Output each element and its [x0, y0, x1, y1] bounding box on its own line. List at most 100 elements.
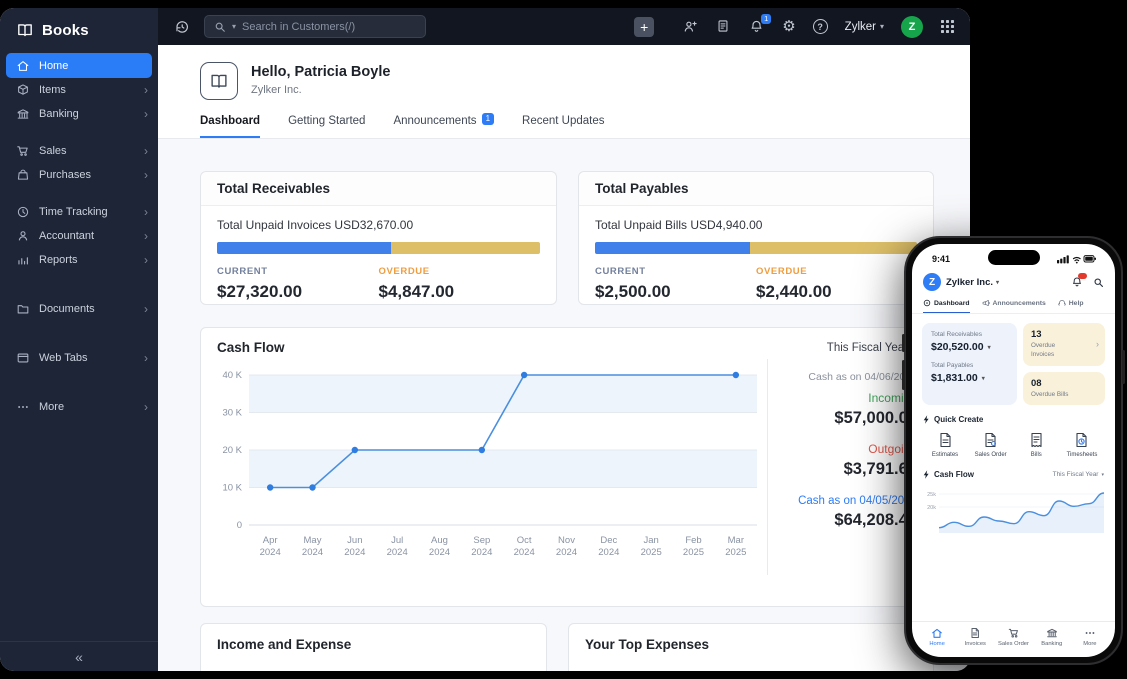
phone-org-switcher[interactable]: Zylker Inc. ▾ — [946, 277, 999, 288]
sidebar-item-web-tabs[interactable]: Web Tabs › — [0, 346, 158, 370]
sidebar-item-home[interactable]: Home — [6, 53, 152, 78]
top-expenses-card: Your Top Expenses — [568, 623, 934, 671]
cash-end-link[interactable]: Cash as on 04/05/2025 — [784, 495, 917, 507]
home-icon — [932, 628, 942, 638]
caret-down-icon: ▾ — [981, 375, 985, 382]
search-scope-caret-icon[interactable]: ▾ — [232, 22, 236, 31]
overdue-value[interactable]: $4,847.00 — [379, 282, 541, 302]
tab-dashboard[interactable]: Dashboard — [200, 115, 261, 138]
payables-subtitle: Total Unpaid Bills USD4,940.00 — [595, 218, 763, 232]
phone-cashflow-chart-area: 25k 20k — [912, 479, 1115, 539]
ellipsis-icon — [16, 400, 30, 414]
phone-receivables-value[interactable]: $20,520.00 ▾ — [931, 341, 1008, 353]
global-search[interactable]: ▾ — [204, 15, 426, 38]
sales-order-doc-icon — [985, 433, 997, 448]
bag-icon — [16, 168, 30, 182]
sidebar-item-items[interactable]: Items › — [0, 78, 158, 102]
overdue-value[interactable]: $2,440.00 — [756, 282, 917, 302]
tab-recent-updates[interactable]: Recent Updates — [522, 115, 604, 138]
settings-gear-icon[interactable]: ⚙ — [782, 19, 795, 34]
bank-icon — [16, 107, 30, 121]
phone-nav-invoices[interactable]: Invoices — [956, 627, 994, 647]
quick-create-sales-order[interactable]: Sales Order — [974, 432, 1008, 458]
quick-create-timesheets[interactable]: Timesheets — [1065, 432, 1099, 458]
sidebar-item-more[interactable]: More › — [0, 395, 158, 419]
books-logo-icon — [16, 21, 34, 39]
overdue-bills-count: 08 — [1031, 377, 1042, 389]
sidebar-item-label: Documents — [39, 303, 95, 315]
invite-user-icon[interactable] — [683, 19, 699, 35]
sidebar-item-purchases[interactable]: Purchases › — [0, 163, 158, 187]
sidebar-item-reports[interactable]: Reports › — [0, 248, 158, 272]
sidebar-item-label: Home — [39, 59, 69, 72]
phone-tab-dashboard[interactable]: Dashboard — [923, 296, 970, 313]
sidebar-item-time-tracking[interactable]: Time Tracking › — [0, 200, 158, 224]
phone-overdue-invoices-card[interactable]: 13 Overdue Invoices › — [1023, 323, 1105, 366]
search-icon — [214, 21, 226, 33]
tab-label: Announcements — [992, 299, 1046, 307]
payables-progress-bar — [595, 242, 917, 254]
phone-nav-sales-order[interactable]: Sales Order — [994, 627, 1032, 647]
app-logo-label: Books — [42, 21, 89, 39]
quick-create-estimates[interactable]: Estimates — [928, 432, 962, 458]
phone-org-avatar[interactable]: Z — [923, 273, 941, 291]
apps-grid-icon[interactable] — [940, 19, 956, 35]
greeting-title: Hello, Patricia Boyle — [251, 64, 391, 80]
tab-label: Help — [1068, 299, 1084, 307]
referral-document-icon[interactable] — [716, 19, 732, 35]
org-switcher[interactable]: Zylker ▾ — [845, 21, 884, 33]
cash-flow-card: Cash Flow This Fiscal Year ▾ 010 K20 K30… — [200, 327, 934, 607]
phone-nav-banking[interactable]: Banking — [1033, 627, 1071, 647]
current-value[interactable]: $27,320.00 — [217, 282, 379, 302]
svg-text:Dec: Dec — [600, 535, 617, 546]
sidebar-item-label: Time Tracking — [39, 206, 108, 218]
chevron-right-icon: › — [144, 83, 148, 97]
tab-getting-started[interactable]: Getting Started — [288, 115, 365, 138]
search-input[interactable] — [242, 20, 403, 33]
phone-tab-announcements[interactable]: Announcements — [982, 296, 1046, 313]
tab-label: Dashboard — [934, 299, 970, 307]
sidebar-item-banking[interactable]: Banking › — [0, 102, 158, 126]
phone-nav-home[interactable]: Home — [918, 627, 956, 647]
current-segment — [217, 242, 392, 254]
quick-create-bills[interactable]: Bills — [1019, 432, 1053, 458]
notifications-bell-icon[interactable]: 1 — [749, 13, 772, 35]
phone-overdue-bills-card[interactable]: 08 Overdue Bills — [1023, 371, 1105, 406]
top-expenses-title: Your Top Expenses — [585, 637, 710, 652]
sidebar-item-label: Sales — [39, 145, 67, 157]
phone-tab-help[interactable]: Help — [1058, 296, 1084, 313]
cash-flow-title: Cash Flow — [217, 340, 285, 355]
phone-nav-more[interactable]: More — [1071, 627, 1109, 647]
quick-create-button[interactable]: + — [634, 16, 655, 37]
svg-text:Oct: Oct — [517, 535, 532, 546]
app-logo[interactable]: Books — [0, 8, 158, 49]
current-value[interactable]: $2,500.00 — [595, 282, 756, 302]
phone-search-icon[interactable] — [1093, 277, 1104, 288]
svg-text:20k: 20k — [927, 505, 936, 511]
sidebar-item-accountant[interactable]: Accountant › — [0, 224, 158, 248]
svg-text:Feb: Feb — [685, 535, 701, 546]
svg-text:Jan: Jan — [644, 535, 659, 546]
history-icon[interactable] — [174, 19, 190, 35]
svg-text:30 K: 30 K — [222, 408, 242, 419]
phone-fiscal-year-selector[interactable]: This Fiscal Year ▾ — [1053, 471, 1104, 478]
sidebar-item-sales[interactable]: Sales › — [0, 139, 158, 163]
tab-announcements[interactable]: Announcements 1 — [393, 113, 495, 138]
user-avatar[interactable]: Z — [901, 15, 923, 38]
sidebar-item-label: Purchases — [39, 169, 91, 181]
help-icon[interactable]: ? — [812, 19, 828, 34]
overdue-invoices-count: 13 — [1031, 329, 1042, 340]
svg-text:25k: 25k — [927, 492, 936, 498]
sidebar-collapse-button[interactable]: « — [0, 641, 158, 671]
phone-payables-value[interactable]: $1,831.00 ▾ — [931, 372, 1008, 384]
main-content: Hello, Patricia Boyle Zylker Inc. Dashbo… — [158, 45, 970, 671]
overdue-label: OVERDUE — [756, 266, 808, 277]
phone-volume-down-button — [902, 360, 905, 390]
sidebar-item-documents[interactable]: Documents › — [0, 297, 158, 321]
announcements-count-badge: 1 — [481, 113, 495, 125]
org-logo-icon — [200, 62, 238, 100]
dashboard-tabs: Dashboard Getting Started Announcements … — [200, 113, 934, 138]
svg-text:10 K: 10 K — [222, 483, 242, 494]
phone-bell-icon[interactable] — [1071, 273, 1087, 288]
bank-icon — [1046, 628, 1057, 638]
